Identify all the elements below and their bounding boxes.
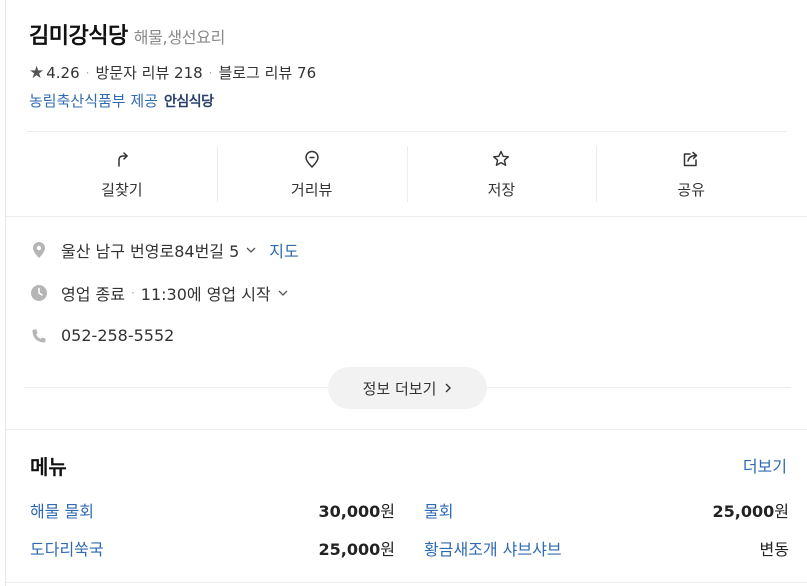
menu-item[interactable]: 물회 25,000원 bbox=[424, 498, 789, 522]
action-bar: 길찾기 거리뷰 저장 공유 bbox=[27, 132, 786, 216]
location-pin-icon bbox=[30, 241, 48, 259]
separator-dot: · bbox=[208, 65, 213, 80]
place-category: 해물,생선요리 bbox=[133, 28, 226, 47]
provider-link[interactable]: 농림축산식품부 제공 bbox=[29, 90, 158, 111]
clock-icon bbox=[30, 284, 48, 302]
divider bbox=[6, 429, 807, 430]
chevron-down-icon[interactable] bbox=[245, 244, 257, 256]
menu-item-name[interactable]: 물회 bbox=[424, 498, 453, 522]
menu-item-name[interactable]: 도다리쑥국 bbox=[30, 536, 104, 560]
divider bbox=[6, 582, 807, 583]
menu-item-name[interactable]: 해물 물회 bbox=[30, 498, 94, 522]
safe-restaurant-badge: 안심식당 bbox=[163, 93, 214, 110]
menu-item-price: 30,000원 bbox=[318, 502, 395, 521]
phone-row: 052-258-5552 bbox=[30, 326, 174, 345]
map-link[interactable]: 지도 bbox=[269, 238, 298, 262]
menu-item-price: 25,000원 bbox=[712, 502, 789, 521]
directions-button[interactable]: 길찾기 bbox=[27, 132, 217, 216]
menu-item-price: 25,000원 bbox=[318, 540, 395, 559]
address-text[interactable]: 울산 남구 번영로84번길 5 bbox=[61, 238, 239, 262]
address-row: 울산 남구 번영로84번길 5 지도 bbox=[30, 238, 299, 262]
visitor-reviews-link[interactable]: 방문자 리뷰 218 bbox=[95, 62, 202, 83]
separator-dot: · bbox=[130, 286, 135, 300]
rating-value: 4.26 bbox=[46, 63, 80, 82]
phone-icon bbox=[30, 327, 48, 345]
hours-row: 영업 종료 · 11:30에 영업 시작 bbox=[30, 281, 289, 305]
menu-item-price: 변동 bbox=[759, 540, 789, 559]
share-button[interactable]: 공유 bbox=[596, 132, 786, 216]
menu-item-name[interactable]: 황금새조개 샤브샤브 bbox=[424, 536, 562, 560]
street-view-button[interactable]: 거리뷰 bbox=[216, 132, 407, 216]
star-outline-icon bbox=[493, 150, 510, 166]
more-info-label: 정보 더보기 bbox=[362, 379, 437, 398]
menu-item[interactable]: 해물 물회 30,000원 bbox=[30, 498, 395, 522]
blog-reviews-link[interactable]: 블로그 리뷰 76 bbox=[218, 62, 316, 83]
separator-dot: · bbox=[85, 65, 90, 80]
business-status: 영업 종료 bbox=[61, 285, 125, 304]
more-info-button[interactable]: 정보 더보기 bbox=[328, 367, 487, 409]
street-view-icon bbox=[304, 150, 319, 168]
divider bbox=[6, 216, 807, 217]
save-label: 저장 bbox=[487, 180, 516, 199]
share-label: 공유 bbox=[677, 180, 705, 199]
place-header: 김미강식당 해물,생선요리 bbox=[29, 18, 225, 50]
place-name[interactable]: 김미강식당 bbox=[29, 18, 128, 50]
share-icon bbox=[683, 151, 698, 166]
save-button[interactable]: 저장 bbox=[406, 132, 597, 216]
menu-item[interactable]: 황금새조개 샤브샤브 변동 bbox=[424, 536, 789, 560]
menu-item[interactable]: 도다리쑥국 25,000원 bbox=[30, 536, 395, 560]
phone-number[interactable]: 052-258-5552 bbox=[61, 326, 174, 345]
menu-section-title: 메뉴 bbox=[30, 455, 67, 479]
chevron-right-icon bbox=[445, 383, 452, 393]
street-view-label: 거리뷰 bbox=[290, 180, 333, 199]
place-stats: ★ 4.26 · 방문자 리뷰 218 · 블로그 리뷰 76 bbox=[29, 62, 316, 83]
chevron-down-icon[interactable] bbox=[277, 287, 289, 299]
directions-label: 길찾기 bbox=[101, 180, 143, 199]
directions-icon bbox=[118, 151, 128, 167]
provider-line: 농림축산식품부 제공 안심식당 bbox=[29, 90, 214, 111]
menu-more-link[interactable]: 더보기 bbox=[743, 453, 787, 477]
star-icon: ★ bbox=[29, 62, 45, 83]
hours-note[interactable]: 11:30에 영업 시작 bbox=[141, 281, 271, 305]
